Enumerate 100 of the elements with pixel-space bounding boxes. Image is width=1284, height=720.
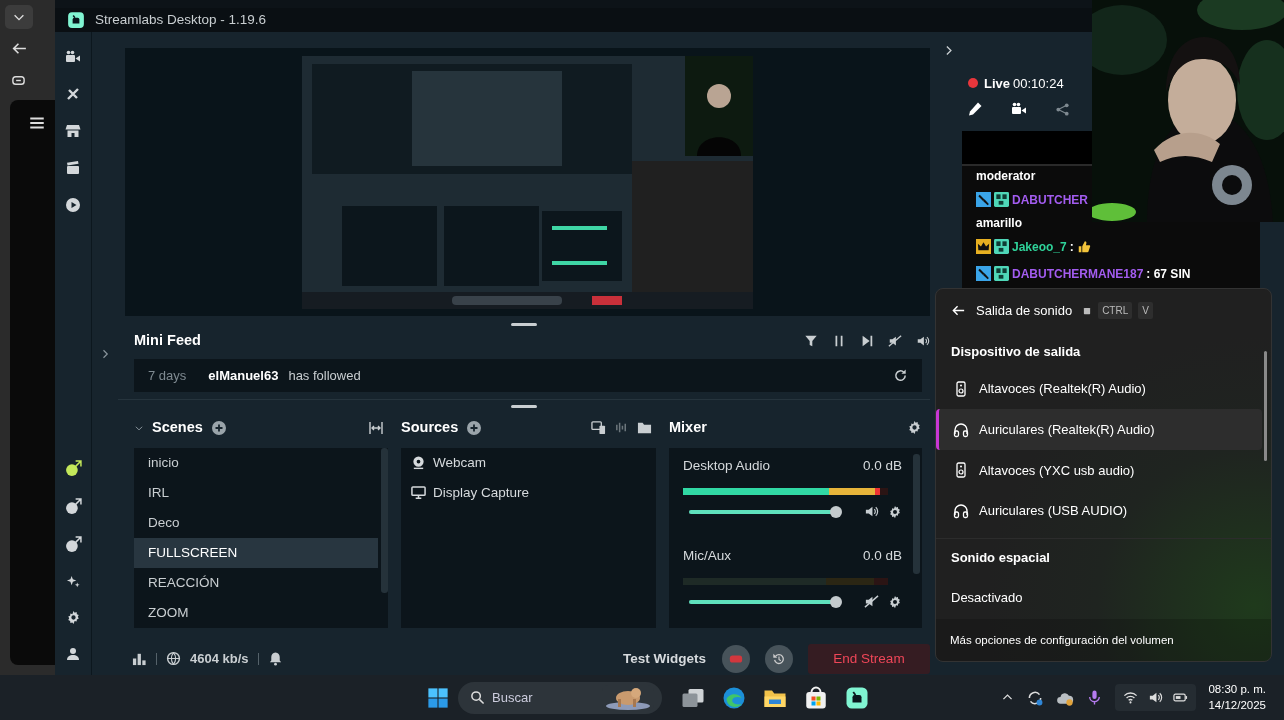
device-option[interactable]: Altavoces (Realtek(R) Audio) bbox=[936, 368, 1262, 410]
windows-logo-icon bbox=[427, 686, 449, 709]
monitor-icon bbox=[411, 485, 426, 501]
bitrate-text: 4604 kb/s bbox=[190, 650, 249, 669]
resize-handle[interactable] bbox=[511, 405, 537, 408]
stats-icon[interactable] bbox=[132, 651, 147, 667]
slider-thumb[interactable] bbox=[829, 505, 842, 518]
video-camera-icon[interactable] bbox=[65, 49, 81, 65]
channel-reading: 0.0 dB bbox=[862, 546, 902, 565]
flyout-title: Salida de sonido bbox=[976, 302, 1073, 321]
device-option[interactable]: Auriculares (USB AUDIO) bbox=[936, 490, 1262, 532]
panel-title: Scenes bbox=[152, 418, 203, 438]
chat-username[interactable]: Jakeoo_7 bbox=[1012, 237, 1067, 256]
muted-speaker-icon[interactable] bbox=[864, 594, 879, 610]
edit-icon[interactable] bbox=[967, 101, 983, 117]
channel-reading: 0.0 dB bbox=[862, 456, 902, 475]
settings-icon[interactable] bbox=[888, 594, 902, 609]
skip-icon[interactable] bbox=[860, 333, 874, 348]
notification-icon[interactable] bbox=[267, 651, 283, 667]
devices-icon[interactable] bbox=[591, 420, 606, 436]
live-status: Live bbox=[984, 74, 1010, 93]
scene-item[interactable]: inicio bbox=[134, 447, 378, 478]
panel-title: Sources bbox=[401, 418, 459, 438]
speaker-device-icon bbox=[953, 380, 969, 397]
clock-time[interactable]: 08:30 p. m. bbox=[1208, 682, 1266, 698]
browser-icon bbox=[722, 685, 746, 710]
clapperboard-icon[interactable] bbox=[65, 160, 81, 176]
end-stream-button[interactable]: End Stream bbox=[808, 643, 930, 674]
resize-handle[interactable] bbox=[511, 323, 537, 327]
refresh-icon[interactable] bbox=[893, 368, 908, 384]
test-widgets-button[interactable]: Test Widgets bbox=[622, 647, 707, 671]
source-item[interactable]: Display Capture bbox=[433, 482, 530, 504]
video-camera-icon[interactable] bbox=[1011, 101, 1027, 117]
record-button[interactable] bbox=[722, 644, 750, 673]
settings-icon[interactable] bbox=[888, 504, 902, 519]
scrollbar[interactable] bbox=[913, 453, 920, 574]
scrollbar[interactable] bbox=[381, 447, 388, 593]
mute-icon[interactable] bbox=[888, 333, 902, 348]
channel-name: Mic/Aux bbox=[683, 546, 731, 565]
window-title: Streamlabs Desktop - 1.19.6 bbox=[95, 10, 267, 29]
clock-date[interactable]: 14/12/2025 bbox=[1208, 697, 1266, 713]
wifi-icon bbox=[1123, 690, 1139, 705]
scrollbar[interactable] bbox=[1264, 351, 1267, 461]
user-icon[interactable] bbox=[65, 646, 81, 662]
headphones-icon bbox=[953, 503, 969, 520]
store-icon bbox=[804, 685, 828, 710]
add-icon[interactable] bbox=[210, 419, 227, 436]
scene-item[interactable]: FULLSCREEN bbox=[134, 537, 378, 568]
folder-icon[interactable] bbox=[637, 420, 652, 436]
event-text: has followed bbox=[288, 366, 362, 385]
scene-item[interactable]: REACCIÓN bbox=[134, 567, 378, 598]
replay-button[interactable] bbox=[765, 644, 793, 673]
device-option[interactable]: Altavoces (YXC usb audio) bbox=[936, 450, 1262, 491]
scene-item[interactable]: Deco bbox=[134, 507, 378, 538]
slider-thumb[interactable] bbox=[829, 595, 842, 608]
webcam-icon bbox=[411, 455, 426, 471]
replay-icon bbox=[772, 651, 786, 666]
app-logo-icon bbox=[67, 11, 85, 29]
chat-message: : bbox=[1069, 238, 1074, 256]
scene-item[interactable]: ZOOM bbox=[134, 597, 378, 628]
scene-item[interactable]: IRL bbox=[134, 477, 378, 508]
search-icon bbox=[470, 689, 485, 705]
tab-list-button[interactable] bbox=[5, 5, 33, 29]
badge-icon bbox=[994, 192, 1009, 207]
live-indicator bbox=[968, 78, 978, 89]
fit-width-icon[interactable] bbox=[368, 419, 384, 436]
moderator-badge-icon bbox=[976, 192, 991, 207]
settings-icon[interactable] bbox=[65, 610, 81, 625]
globe-icon bbox=[166, 651, 181, 667]
spatial-sound-option[interactable]: Desactivado bbox=[951, 590, 1023, 606]
chat-username[interactable]: DABUTCHER bbox=[1012, 190, 1088, 209]
sparkle-icon[interactable] bbox=[65, 574, 81, 589]
volume-icon bbox=[1148, 690, 1164, 705]
app-logo-icon bbox=[845, 685, 869, 710]
share-icon[interactable] bbox=[1055, 101, 1070, 117]
badge-icon bbox=[994, 266, 1009, 281]
stream-timer: 00:10:24 bbox=[1013, 74, 1064, 93]
tab-icon[interactable] bbox=[11, 73, 26, 88]
source-item[interactable]: Webcam bbox=[433, 452, 487, 474]
windows-key-icon bbox=[1082, 305, 1093, 316]
add-icon[interactable] bbox=[466, 419, 483, 436]
chat-username[interactable]: DABUTCHERMANE187 bbox=[1012, 264, 1144, 283]
shortcut-key: CTRL bbox=[1098, 302, 1133, 320]
panel-title: Mixer bbox=[669, 418, 708, 438]
quick-settings-button[interactable] bbox=[1115, 684, 1197, 711]
section-heading: Sonido espacial bbox=[950, 549, 1051, 568]
thumbs-up-icon bbox=[1076, 239, 1091, 254]
shortcut-key: V bbox=[1138, 302, 1153, 320]
store-icon[interactable] bbox=[65, 123, 81, 139]
settings-icon[interactable] bbox=[907, 420, 922, 436]
play-icon[interactable] bbox=[65, 197, 81, 213]
device-option[interactable]: Auriculares (Realtek(R) Audio) bbox=[936, 409, 1262, 450]
panel-title: Mini Feed bbox=[134, 330, 202, 350]
chat-message: : 67 SIN bbox=[1146, 265, 1191, 283]
event-time: 7 days bbox=[148, 366, 187, 385]
headphones-icon bbox=[953, 421, 969, 438]
filter-icon[interactable] bbox=[804, 333, 818, 348]
section-heading: Dispositivo de salida bbox=[950, 342, 1082, 361]
event-username[interactable]: elManuel63 bbox=[208, 365, 279, 386]
badge-icon bbox=[994, 239, 1009, 254]
